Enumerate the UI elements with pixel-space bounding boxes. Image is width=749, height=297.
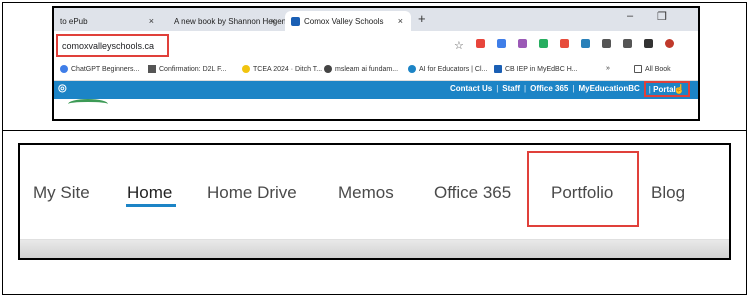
browser-screenshot: to ePub × A new book by Shannon Hegen × … <box>52 6 700 121</box>
hand-cursor-icon: ☝ <box>673 84 685 94</box>
bookmark-icon <box>408 65 416 73</box>
bookmarks-bar: ChatGPT Beginners... Confirmation: D2L F… <box>54 61 698 81</box>
separator: | <box>648 85 651 94</box>
toolbar-icons: ☆ <box>454 39 674 52</box>
row-divider <box>2 130 747 131</box>
bookmark[interactable]: AI for Educators | Cl... <box>408 65 487 73</box>
bookmark-icon <box>242 65 250 73</box>
nav-office-365[interactable]: Office 365 <box>434 183 511 203</box>
address-bar[interactable]: comoxvalleyschools.ca <box>56 34 169 57</box>
star-icon[interactable]: ☆ <box>454 39 464 52</box>
tab-new-book[interactable]: A new book by Shannon Hegen × <box>164 11 287 31</box>
bookmark[interactable]: ChatGPT Beginners... <box>60 65 139 73</box>
tab-epub[interactable]: to ePub × <box>54 11 162 31</box>
extension-icon[interactable] <box>538 39 548 48</box>
nav-home[interactable]: Home <box>127 183 172 203</box>
puzzle-icon[interactable] <box>601 39 611 48</box>
nav-home-drive[interactable]: Home Drive <box>207 183 297 203</box>
contact-us-link[interactable]: Contact Us <box>450 84 492 97</box>
bookmark-icon <box>494 65 502 73</box>
download-icon[interactable] <box>622 39 632 48</box>
bookmark-icon <box>148 65 156 73</box>
folder-icon <box>634 65 642 73</box>
bookmark[interactable]: CB IEP in MyEdBC H... <box>494 65 578 73</box>
bookmark-icon <box>60 65 68 73</box>
bookmark[interactable]: Confirmation: D2L F... <box>148 65 226 73</box>
tab-label: A new book by Shannon Hegen <box>174 16 287 26</box>
bookmark[interactable]: msleam ai fundam... <box>324 65 398 73</box>
site-top-nav: ◎ Contact Us | Staff | Office 365 | MyEd… <box>54 81 698 99</box>
separator: | <box>496 84 499 93</box>
bookmarks-overflow[interactable]: » <box>606 65 610 72</box>
extension-icon[interactable] <box>475 39 485 48</box>
bookmark-icon <box>324 65 332 73</box>
portfolio-highlight <box>527 151 639 227</box>
active-underline <box>126 204 176 207</box>
close-icon[interactable]: × <box>271 16 276 26</box>
all-bookmarks[interactable]: All Book <box>634 65 671 73</box>
portal-highlight: | Portal☝ <box>643 81 690 97</box>
site-favicon-icon <box>291 16 300 26</box>
minimize-button[interactable]: – <box>627 10 633 22</box>
myeducationbc-link[interactable]: MyEducationBC <box>578 84 639 97</box>
tab-strip: to ePub × A new book by Shannon Hegen × … <box>54 8 698 31</box>
tab-label: to ePub <box>60 16 88 26</box>
portal-link[interactable]: Portal <box>653 85 676 94</box>
close-icon[interactable]: × <box>398 16 403 26</box>
separator: | <box>572 84 575 93</box>
extension-icon[interactable] <box>559 39 569 48</box>
avatar[interactable] <box>664 39 674 48</box>
page-content <box>54 99 698 119</box>
browser-toolbar: comoxvalleyschools.ca ☆ <box>54 31 698 61</box>
close-icon[interactable]: × <box>149 16 154 26</box>
extension-icon[interactable] <box>580 39 590 48</box>
office-365-link[interactable]: Office 365 <box>530 84 568 97</box>
new-tab-button[interactable]: + <box>418 11 426 26</box>
nav-memos[interactable]: Memos <box>338 183 394 203</box>
nav-my-site[interactable]: My Site <box>33 183 90 203</box>
staff-link[interactable]: Staff <box>502 84 520 97</box>
instagram-icon[interactable]: ◎ <box>58 83 67 94</box>
extension-icon[interactable] <box>517 39 527 48</box>
sidebar-icon[interactable] <box>643 39 653 48</box>
separator: | <box>524 84 527 93</box>
nav-shadow <box>20 239 729 258</box>
site-nav-screenshot: My Site Home Home Drive Memos Office 365… <box>18 143 731 260</box>
bookmark[interactable]: TCEA 2024 · Ditch T... <box>242 65 322 73</box>
school-logo <box>68 99 108 109</box>
extension-icon[interactable] <box>496 39 506 48</box>
nav-blog[interactable]: Blog <box>651 183 685 203</box>
tab-comox-valley-schools[interactable]: Comox Valley Schools × <box>285 11 411 31</box>
maximize-button[interactable]: ❐ <box>657 10 667 23</box>
tab-label: Comox Valley Schools <box>304 16 384 26</box>
